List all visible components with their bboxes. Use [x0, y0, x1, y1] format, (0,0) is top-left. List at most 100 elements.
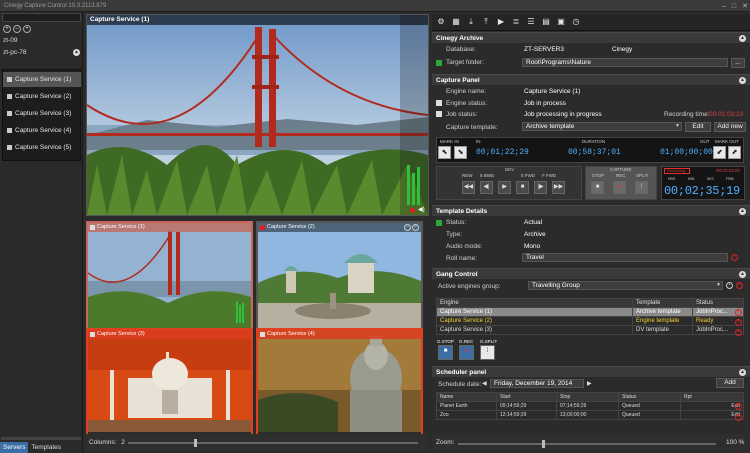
server-item[interactable]: zt-pc-78 — [3, 49, 26, 56]
table-row[interactable]: Planet Earth 09;14;59;29 07;14;59;29 Que… — [436, 401, 744, 411]
delete-schedule-icon[interactable]: × — [735, 414, 742, 421]
step-back-button[interactable]: ◀| — [480, 181, 493, 194]
delete-schedule-icon[interactable]: × — [735, 403, 742, 410]
close-icon[interactable]: × — [412, 224, 419, 231]
preview-tile[interactable]: Capture Service (1) — [86, 221, 253, 331]
mark-out-button[interactable]: ⬈ — [728, 146, 741, 159]
roll-name-field[interactable]: Travel — [522, 253, 728, 262]
service-item[interactable]: Capture Service (1) — [3, 72, 81, 87]
preview-tile[interactable]: Capture Service (2) – × — [256, 221, 423, 331]
preview-tile[interactable]: Capture Service (4) — [256, 328, 423, 438]
out-timecode[interactable]: 01;00;00;00 — [660, 148, 713, 157]
gang-control-header[interactable]: Gang Control ▲ — [432, 268, 750, 279]
edit-template-button[interactable]: Edit — [685, 122, 711, 132]
gang-rec-button[interactable]: ● — [459, 345, 474, 360]
archive-header[interactable]: Cinegy Archive ▲ — [432, 32, 750, 43]
column-header-engine[interactable]: Engine — [436, 298, 633, 308]
capture-panel-header[interactable]: Capture Panel ▲ — [432, 74, 750, 85]
tab-servers[interactable]: Servers — [0, 442, 29, 453]
server-search-input[interactable] — [2, 13, 81, 22]
minimize-icon[interactable]: – — [404, 224, 411, 231]
left-scrollbar[interactable] — [1, 437, 81, 440]
clock-icon[interactable]: ◷ — [571, 17, 581, 27]
prev-date-icon[interactable]: ◀ — [482, 380, 487, 387]
add-schedule-button[interactable]: Add — [716, 378, 744, 388]
template-details-header[interactable]: Template Details ▲ — [432, 205, 750, 216]
remove-row-icon[interactable]: × — [735, 309, 742, 316]
go-out-button[interactable]: ⬋ — [713, 146, 726, 159]
settings-icon[interactable]: • — [726, 282, 733, 289]
preview-tile[interactable]: Capture Service (3) — [86, 328, 253, 438]
play-button[interactable]: ▶ — [498, 181, 511, 194]
fast-forward-button[interactable]: ▶▶ — [552, 181, 565, 194]
next-date-icon[interactable]: ▶ — [587, 380, 592, 387]
column-header-name[interactable]: Name — [436, 392, 497, 402]
collapse-icon[interactable]: ▲ — [739, 208, 746, 215]
go-in-button[interactable]: ⬊ — [454, 146, 467, 159]
add-icon[interactable]: + — [3, 25, 11, 33]
tile-checkbox[interactable] — [260, 332, 265, 337]
in-timecode[interactable]: 00;01;22;29 — [476, 148, 529, 157]
remove-row-icon[interactable]: × — [735, 319, 742, 326]
table-row[interactable]: Capture Service (1) Archive template Job… — [436, 307, 744, 317]
tile-checkbox[interactable] — [260, 225, 265, 230]
duration-timecode[interactable]: 00;58;37;01 — [568, 148, 621, 157]
film-icon[interactable]: ▦ — [451, 17, 461, 27]
minimize-icon[interactable]: – — [722, 1, 726, 13]
capture-split-button[interactable]: ⁞ — [635, 181, 648, 194]
schedule-date-field[interactable]: Friday, December 19, 2014 — [490, 379, 584, 388]
mark-in-button[interactable]: ⬉ — [438, 146, 451, 159]
download-icon[interactable]: ⤓ — [466, 17, 476, 27]
edit-link[interactable]: Edit — [680, 410, 744, 420]
remove-row-icon[interactable]: × — [735, 329, 742, 336]
columns-slider[interactable] — [128, 442, 418, 444]
collapse-icon[interactable]: ▲ — [739, 271, 746, 278]
zoom-slider[interactable] — [458, 443, 716, 445]
column-header-start[interactable]: Start — [496, 392, 557, 402]
gear-icon[interactable]: ⚙ — [436, 17, 446, 27]
server-item[interactable]: zt-09 — [3, 37, 17, 44]
column-header-rpt[interactable]: Rpt — [680, 392, 744, 402]
service-item[interactable]: Capture Service (2) — [3, 89, 81, 104]
chevron-down-icon[interactable]: ▼ — [716, 282, 721, 288]
clear-roll-icon[interactable]: × — [731, 254, 738, 261]
zoom-slider-thumb[interactable] — [542, 440, 545, 448]
tile-checkbox[interactable] — [90, 225, 95, 230]
chevron-down-icon[interactable]: ▼ — [675, 123, 680, 129]
collapse-icon[interactable]: ▲ — [73, 49, 80, 56]
calendar-icon[interactable]: ▣ — [556, 17, 566, 27]
target-folder-field[interactable]: Root\Programs\Nature — [522, 58, 728, 67]
active-group-select[interactable]: Travelling Group — [528, 281, 723, 290]
tab-templates[interactable]: Templates — [28, 442, 64, 453]
list-icon[interactable]: ☰ — [526, 17, 536, 27]
service-item[interactable]: Capture Service (5) — [3, 140, 81, 155]
service-item[interactable]: Capture Service (4) — [3, 123, 81, 138]
grid-icon[interactable]: ▤ — [541, 17, 551, 27]
columns-slider-thumb[interactable] — [194, 439, 197, 447]
rewind-button[interactable]: ◀◀ — [462, 181, 475, 194]
table-row[interactable]: Capture Service (2) Engine template Read… — [436, 316, 744, 326]
maximize-icon[interactable]: □ — [732, 1, 736, 13]
speaker-icon[interactable]: ◀) — [418, 206, 425, 213]
play-icon[interactable]: ▶ — [496, 17, 506, 27]
main-video-preview[interactable]: Capture Service (1) ◀) — [86, 14, 429, 216]
service-item[interactable]: Capture Service (3) — [3, 106, 81, 121]
add-new-template-button[interactable]: Add new — [714, 122, 746, 132]
collapse-icon[interactable]: ▲ — [739, 35, 746, 42]
tile-checkbox[interactable] — [90, 332, 95, 337]
capture-stop-button[interactable]: ■ — [591, 181, 604, 194]
gang-split-button[interactable]: ⁞ — [480, 345, 495, 360]
scheduler-header[interactable]: Scheduler panel ▲ — [432, 366, 750, 377]
settings-icon[interactable]: • — [23, 25, 31, 33]
column-header-status[interactable]: Status — [692, 298, 744, 308]
browse-button[interactable]: ... — [731, 58, 745, 68]
close-icon[interactable]: ✕ — [742, 1, 748, 13]
column-header-status[interactable]: Status — [618, 392, 681, 402]
stop-device-button[interactable]: ■ — [516, 181, 529, 194]
collapse-icon[interactable]: ▲ — [739, 77, 746, 84]
upload-icon[interactable]: ⤒ — [481, 17, 491, 27]
step-forward-button[interactable]: |▶ — [534, 181, 547, 194]
capture-rec-button[interactable]: ● — [613, 181, 626, 194]
column-header-stop[interactable]: Stop — [556, 392, 619, 402]
close-icon[interactable]: × — [736, 282, 743, 289]
